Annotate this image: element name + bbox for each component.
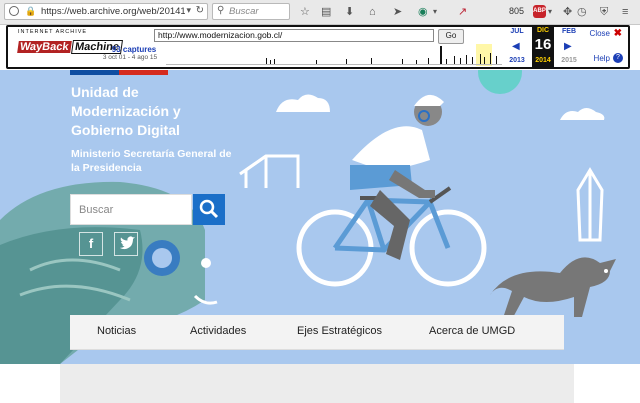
twitter-icon[interactable] — [114, 232, 138, 256]
puzzle-icon[interactable]: ✥ — [563, 5, 572, 19]
wayback-toolbar: INTERNET ARCHIVE WayBack Machine http://… — [6, 25, 630, 69]
prev-capture-arrow-icon[interactable]: ◀ — [512, 41, 520, 52]
site-search-placeholder: Buscar — [79, 204, 114, 216]
adblock-icon[interactable]: ABP — [533, 5, 546, 18]
search-icon — [199, 199, 219, 219]
twitter-bird-icon — [120, 236, 135, 250]
browser-search-input[interactable]: ⚲ Buscar — [212, 3, 290, 20]
hero-banner: Unidad de Modernización y Gobierno Digit… — [0, 70, 640, 364]
wayback-go-button[interactable]: Go — [438, 29, 464, 44]
captures-count-link[interactable]: 93 captures — [110, 45, 158, 54]
next-month-link[interactable]: FEB — [558, 28, 580, 35]
chevron-down-icon[interactable]: ▾ — [548, 5, 552, 19]
captures-range: 3 oct 01 - 4 ago 15 — [102, 54, 158, 61]
home-icon[interactable]: ⌂ — [369, 5, 376, 19]
ministry-name[interactable]: Ministerio Secretaría General de la Pres… — [71, 147, 241, 175]
address-text[interactable]: https://web.archive.org/web/20141216 — [41, 6, 185, 17]
nav-item-actividades[interactable]: Actividades — [190, 325, 246, 337]
close-icon[interactable]: ✖ — [614, 28, 622, 39]
captures-sparkline[interactable] — [166, 44, 502, 66]
menu-icon[interactable]: ≡ — [622, 5, 628, 19]
reload-icon[interactable]: ↻ — [196, 5, 204, 16]
globe-icon — [9, 6, 19, 16]
search-icon: ⚲ — [217, 5, 225, 16]
lock-icon: 🔒 — [25, 6, 37, 16]
chevron-down-icon[interactable]: ▾ — [433, 5, 437, 19]
wayback-url-input[interactable]: http://www.modernizacion.gob.cl/ — [154, 29, 434, 42]
facebook-icon[interactable]: f — [79, 232, 103, 256]
send-icon[interactable]: ➤ — [393, 5, 402, 19]
history-icon[interactable]: ◷ — [577, 5, 587, 19]
browser-search-placeholder: Buscar — [229, 6, 259, 17]
address-bar[interactable]: 🔒 https://web.archive.org/web/20141216 ▾… — [4, 3, 208, 20]
addon-icon[interactable]: ◉ — [418, 5, 428, 19]
nav-item-ejes-estrategicos[interactable]: Ejes Estratégicos — [297, 325, 382, 337]
nav-item-noticias[interactable]: Noticias — [97, 325, 136, 337]
prev-year-link[interactable]: 2013 — [506, 57, 528, 64]
month-navigator: JUL DIC 16 FEB ◀ ▶ 2013 2014 2015 — [506, 27, 582, 67]
content-card — [60, 364, 574, 403]
current-month-label: DIC — [536, 27, 550, 34]
wayback-help-link[interactable]: Help — [594, 54, 610, 63]
captures-info: 93 captures 3 oct 01 - 4 ago 15 — [103, 45, 158, 61]
wayback-logo-caption: INTERNET ARCHIVE — [18, 29, 88, 35]
badge-count: 805 — [509, 6, 525, 16]
current-day: 16 — [534, 36, 552, 53]
current-year: 2014 — [535, 57, 551, 64]
content-area — [0, 364, 640, 403]
main-navigation: Noticias Actividades Ejes Estratégicos A… — [70, 315, 564, 350]
next-year-link: 2015 — [561, 57, 577, 64]
next-capture-arrow-icon[interactable]: ▶ — [564, 41, 572, 52]
help-icon[interactable]: ? — [613, 53, 623, 63]
download-icon[interactable]: ⬇ — [345, 5, 354, 19]
wayback-logo-way: WayBack — [17, 40, 72, 53]
site-title[interactable]: Unidad de Modernización y Gobierno Digit… — [71, 83, 231, 140]
nav-item-acerca-de-umgd[interactable]: Acerca de UMGD — [429, 325, 515, 337]
browser-toolbar: 🔒 https://web.archive.org/web/20141216 ▾… — [0, 0, 640, 25]
prev-month-link[interactable]: JUL — [506, 28, 528, 35]
shield-icon[interactable]: ⛨ — [600, 5, 608, 19]
wayback-close-link[interactable]: Close — [590, 29, 610, 38]
star-icon[interactable]: ☆ — [300, 5, 310, 19]
clipboard-icon[interactable]: ▤ — [321, 5, 331, 19]
wayback-logo[interactable]: WayBack Machine — [17, 38, 123, 55]
graph-icon[interactable]: ↗ — [458, 5, 467, 19]
flag-stripe — [70, 70, 168, 75]
site-search-input[interactable]: Buscar — [70, 194, 192, 225]
site-search-button[interactable] — [193, 194, 225, 225]
dropdown-icon[interactable]: ▾ — [186, 5, 191, 16]
